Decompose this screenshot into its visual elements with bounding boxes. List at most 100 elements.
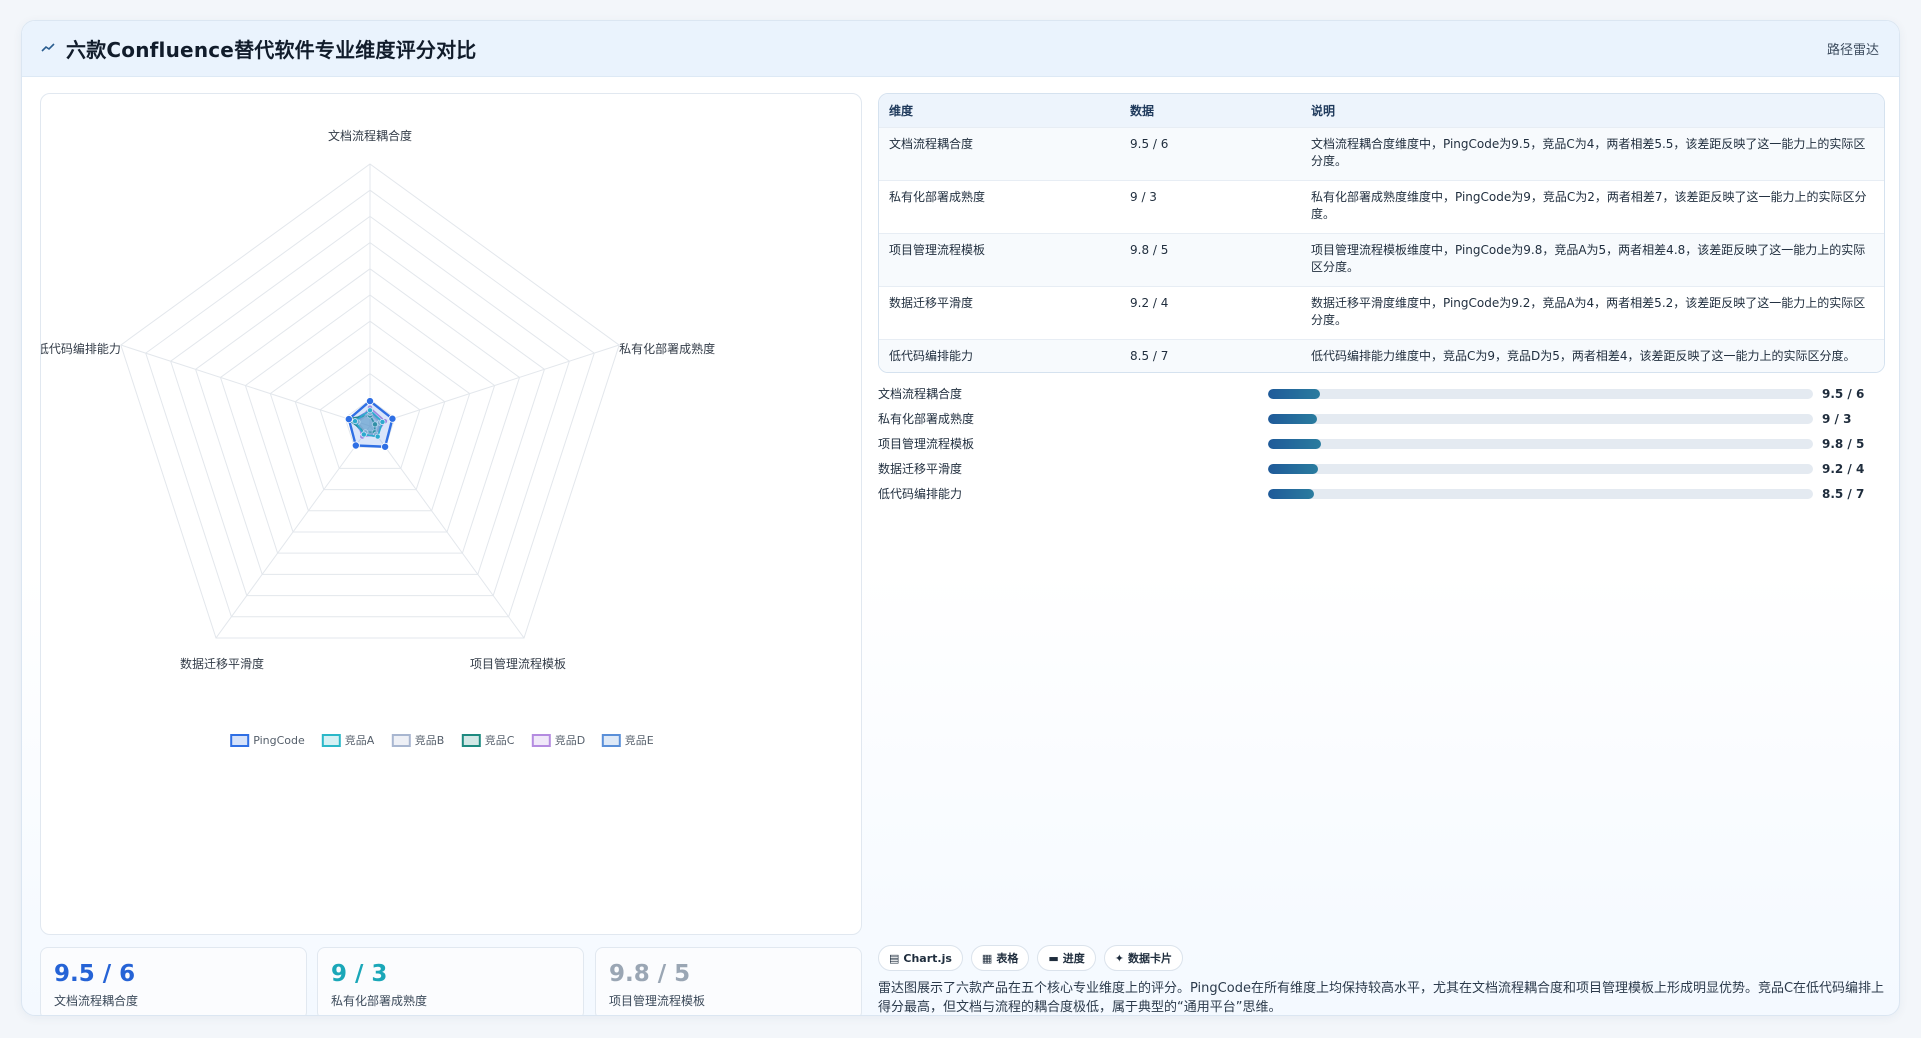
table-cell-dimension: 低代码编排能力 <box>879 338 1120 372</box>
legend-swatch <box>461 734 481 747</box>
progress-fill <box>1268 413 1318 424</box>
stat-card-private-deploy: 9 / 3 私有化部署成熟度 <box>317 947 584 1015</box>
legend-swatch <box>391 734 411 747</box>
radar-point[interactable] <box>381 442 390 451</box>
chart-legend: PingCode 竞品A 竞品B 竞品C 竞品D 竞品E <box>230 733 654 747</box>
legend-label: 竞品D <box>555 733 585 747</box>
chip-data-card[interactable]: ✦ 数据卡片 <box>1103 945 1183 971</box>
chip-chartjs[interactable]: ▤ Chart.js <box>878 945 963 971</box>
legend-item[interactable]: 竞品E <box>601 733 654 747</box>
table-icon: ▦ <box>981 951 993 965</box>
legend-item[interactable]: 竞品D <box>531 733 585 747</box>
radar-series-area <box>347 399 394 449</box>
stat-label: 私有化部署成熟度 <box>331 994 428 1008</box>
chip-table[interactable]: ▦ 表格 <box>970 945 1030 971</box>
progress-row: 低代码编排能力 8.5 / 7 <box>878 481 1885 506</box>
table-cell-data: 9 / 3 <box>1120 179 1301 233</box>
table-cell-dimension: 私有化部署成熟度 <box>879 179 1120 233</box>
progress-fill <box>1268 488 1315 499</box>
legend-swatch <box>321 734 341 747</box>
progress-track <box>1268 438 1813 449</box>
table-cell-data: 8.5 / 7 <box>1120 338 1301 372</box>
stat-card-doc-coupling: 9.5 / 6 文档流程耦合度 <box>40 947 307 1015</box>
legend-label: 竞品A <box>345 733 375 747</box>
chip-group: ▤ Chart.js ▦ 表格 ▬ 进度 ✦ 数据卡片 <box>878 945 1183 971</box>
radar-point[interactable] <box>351 441 360 450</box>
progress-icon: ▬ <box>1048 951 1059 965</box>
progress-value: 9.5 / 6 <box>1822 386 1865 401</box>
chip-label: 数据卡片 <box>1127 952 1172 965</box>
legend-swatch <box>531 734 551 747</box>
legend-label: 竞品B <box>415 733 445 747</box>
table-header-description: 说明 <box>1311 103 1336 118</box>
progress-row: 数据迁移平滑度 9.2 / 4 <box>878 456 1885 481</box>
radar-spoke <box>120 344 371 427</box>
radar-chart: 文档流程耦合度私有化部署成熟度项目管理流程模板 数据迁移平滑度 低代码编排能力 Pin… <box>41 128 715 747</box>
progress-track <box>1268 463 1813 474</box>
radar-axis-label: 数据迁移平滑度 <box>180 656 264 671</box>
dashboard-card: 六款Confluence替代软件专业维度评分对比 路径雷达 文档流程耦合度私有化… <box>21 20 1900 1016</box>
radar-axis-label: 项目管理流程模板 <box>470 656 566 671</box>
table-row: 项目管理流程模板 9.8 / 5 项目管理流程模板维度中，PingCode为9.… <box>879 232 1884 286</box>
summary-text: 雷达图展示了六款产品在五个核心专业维度上的评分。PingCode在所有维度上均保… <box>878 981 1885 1015</box>
progress-fill <box>1268 463 1319 474</box>
radar-spoke <box>369 344 620 427</box>
chart-icon: ▤ <box>889 951 900 965</box>
radar-point[interactable] <box>365 397 374 406</box>
legend-swatch <box>601 734 621 747</box>
stat-value: 9.8 / 5 <box>609 961 691 987</box>
table-cell-description: 私有化部署成熟度维度中，PingCode为9，竞品C为2，两者相差7，该差距反映… <box>1301 179 1884 233</box>
table-cell-data: 9.2 / 4 <box>1120 285 1301 339</box>
progress-list: 文档流程耦合度 9.5 / 6 私有化部署成熟度 9 / 3 项目管理流程模板 … <box>878 381 1885 506</box>
table-row: 文档流程耦合度 9.5 / 6 文档流程耦合度维度中，PingCode为9.5，… <box>879 126 1884 180</box>
progress-fill <box>1268 388 1320 399</box>
progress-label: 低代码编排能力 <box>878 487 963 501</box>
progress-label: 文档流程耦合度 <box>878 387 963 401</box>
progress-label: 项目管理流程模板 <box>878 437 975 451</box>
radar-axis-label: 私有化部署成熟度 <box>619 341 715 356</box>
header-bar: 六款Confluence替代软件专业维度评分对比 路径雷达 <box>22 21 1899 77</box>
header-tag: 路径雷达 <box>1826 43 1879 58</box>
legend-label: PingCode <box>253 734 305 747</box>
table-cell-description: 低代码编排能力维度中，竞品C为9，竞品D为5，两者相差4，该差距反映了这一能力上… <box>1301 338 1884 372</box>
table-header-data: 数据 <box>1130 103 1155 118</box>
progress-label: 数据迁移平滑度 <box>878 462 963 476</box>
chip-label: 表格 <box>996 952 1019 965</box>
table-cell-data: 9.8 / 5 <box>1120 232 1301 286</box>
progress-row: 私有化部署成熟度 9 / 3 <box>878 406 1885 431</box>
radar-point[interactable] <box>388 414 397 423</box>
table-row: 数据迁移平滑度 9.2 / 4 数据迁移平滑度维度中，PingCode为9.2，… <box>879 285 1884 339</box>
table-cell-data: 9.5 / 6 <box>1120 126 1301 180</box>
chip-label: Chart.js <box>903 951 952 965</box>
chip-progress[interactable]: ▬ 进度 <box>1037 945 1096 971</box>
chip-label: 进度 <box>1062 952 1085 965</box>
radar-point[interactable] <box>344 415 353 424</box>
stat-label: 文档流程耦合度 <box>54 994 139 1008</box>
page-title: 六款Confluence替代软件专业维度评分对比 <box>66 38 477 62</box>
table-cell-dimension: 项目管理流程模板 <box>879 232 1120 286</box>
progress-track <box>1268 388 1813 399</box>
table-row: 私有化部署成熟度 9 / 3 私有化部署成熟度维度中，PingCode为9，竞品… <box>879 179 1884 233</box>
legend-label: 竞品C <box>485 733 515 747</box>
legend-item[interactable]: 竞品B <box>391 733 445 747</box>
legend-item[interactable]: 竞品A <box>321 733 375 747</box>
stat-value: 9.5 / 6 <box>54 961 136 987</box>
progress-fill <box>1268 438 1322 449</box>
progress-track <box>1268 413 1813 424</box>
table-header-row: 维度 数据 说明 <box>879 94 1884 127</box>
stat-label: 项目管理流程模板 <box>609 994 706 1008</box>
legend-item[interactable]: PingCode <box>230 734 305 747</box>
table-header-dimension: 维度 <box>889 103 914 118</box>
progress-track <box>1268 488 1813 499</box>
table-cell-dimension: 数据迁移平滑度 <box>879 285 1120 339</box>
trend-line-icon <box>40 41 56 57</box>
progress-row: 文档流程耦合度 9.5 / 6 <box>878 381 1885 406</box>
table-cell-description: 数据迁移平滑度维度中，PingCode为9.2，竞品A为4，两者相差5.2，该差… <box>1301 285 1884 339</box>
radar-chart-panel: 文档流程耦合度 私有化部署成熟度 项目管理流程模板 数据迁移平滑度 低代码编排能力 Pin… <box>40 93 862 935</box>
legend-label: 竞品E <box>625 733 654 747</box>
progress-value: 9.8 / 5 <box>1822 436 1865 451</box>
stat-card-pm-template: 9.8 / 5 项目管理流程模板 <box>595 947 862 1015</box>
legend-item[interactable]: 竞品C <box>461 733 515 747</box>
progress-value: 9 / 3 <box>1822 411 1852 426</box>
progress-value: 9.2 / 4 <box>1822 461 1865 476</box>
